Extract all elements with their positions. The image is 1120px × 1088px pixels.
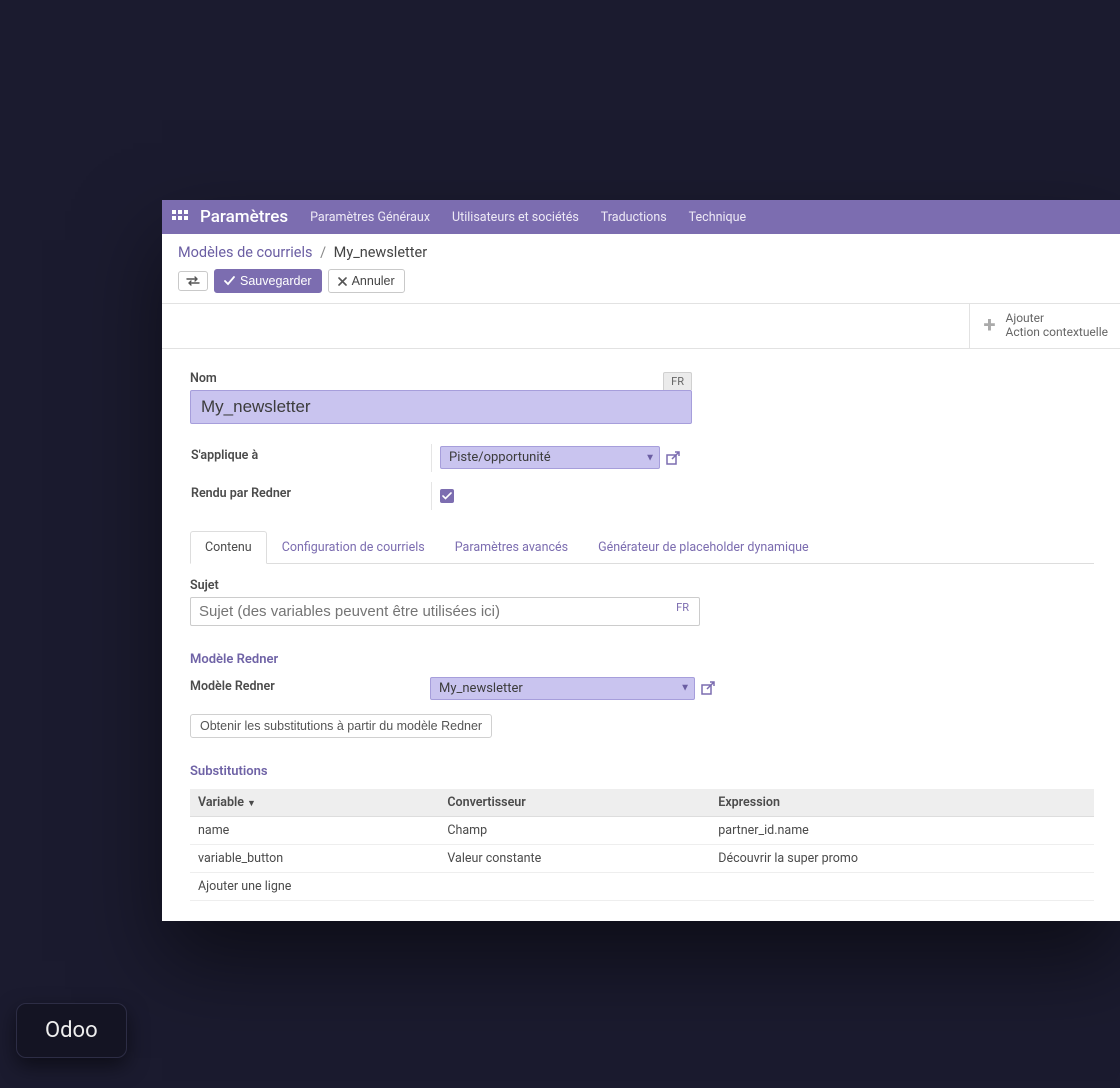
check-icon xyxy=(224,276,235,286)
cell-variable: name xyxy=(190,816,439,844)
table-row[interactable]: variable_button Valeur constante Découvr… xyxy=(190,844,1094,872)
external-link-icon[interactable] xyxy=(701,681,715,695)
tab-email-config[interactable]: Configuration de courriels xyxy=(267,531,440,564)
toggle-edit-button[interactable] xyxy=(178,271,208,291)
get-substitutions-button[interactable]: Obtenir les substitutions à partir du mo… xyxy=(190,714,492,738)
lang-badge[interactable]: FR xyxy=(663,372,692,390)
redner-model-row: Modèle Redner My_newsletter ▼ xyxy=(190,677,1094,700)
col-header-expression[interactable]: Expression xyxy=(710,789,1094,817)
subject-label: Sujet xyxy=(190,578,1094,593)
name-input[interactable] xyxy=(190,390,692,424)
breadcrumb-row: Modèles de courriels / My_newsletter xyxy=(162,234,1120,269)
nav-item-users[interactable]: Utilisateurs et sociétés xyxy=(452,210,579,225)
substitutions-section-title: Substitutions xyxy=(190,764,1094,779)
subject-wrap: FR xyxy=(190,597,700,626)
cell-converter: Valeur constante xyxy=(439,844,710,872)
cancel-button-label: Annuler xyxy=(352,274,395,288)
save-button-label: Sauvegarder xyxy=(240,274,312,288)
applies-to-select[interactable]: Piste/opportunité ▼ xyxy=(440,446,660,469)
properties-grid: S'applique à Piste/opportunité ▼ Rendu p… xyxy=(190,444,1094,510)
action-row: Sauvegarder Annuler xyxy=(162,269,1120,303)
app-title: Paramètres xyxy=(200,207,288,227)
redner-model-value: My_newsletter xyxy=(439,681,523,696)
cell-converter: Champ xyxy=(439,816,710,844)
cell-variable: variable_button xyxy=(190,844,439,872)
breadcrumb-current: My_newsletter xyxy=(334,244,427,261)
sort-caret-icon: ▼ xyxy=(247,799,256,809)
col-header-variable[interactable]: Variable▼ xyxy=(190,789,439,817)
tab-content[interactable]: Contenu xyxy=(190,531,267,564)
form-body: Nom FR S'applique à Piste/opportunité ▼ xyxy=(162,349,1120,921)
save-button[interactable]: Sauvegarder xyxy=(214,269,322,293)
add-line-link[interactable]: Ajouter une ligne xyxy=(190,872,1094,900)
subject-input[interactable] xyxy=(190,597,700,626)
breadcrumb: Modèles de courriels / My_newsletter xyxy=(178,244,1106,261)
name-label: Nom xyxy=(190,371,1094,386)
add-context-action-button[interactable]: + Ajouter Action contextuelle xyxy=(969,304,1120,348)
add-line-row[interactable]: Ajouter une ligne xyxy=(190,872,1094,900)
redner-model-label: Modèle Redner xyxy=(190,679,430,694)
table-row[interactable]: name Champ partner_id.name xyxy=(190,816,1094,844)
chevron-down-icon: ▼ xyxy=(645,452,655,463)
applies-to-label: S'applique à xyxy=(191,448,431,463)
nav-item-general[interactable]: Paramètres Généraux xyxy=(310,210,430,225)
plus-icon: + xyxy=(984,313,996,338)
nav-item-translations[interactable]: Traductions xyxy=(601,210,667,225)
context-action-text: Ajouter Action contextuelle xyxy=(1006,312,1109,340)
context-strip: + Ajouter Action contextuelle xyxy=(162,303,1120,349)
chevron-down-icon: ▼ xyxy=(680,683,690,694)
apps-grid-icon[interactable] xyxy=(172,210,190,224)
redner-render-label: Rendu par Redner xyxy=(191,486,431,501)
redner-render-checkbox[interactable] xyxy=(440,489,454,503)
swap-icon xyxy=(186,276,200,286)
redner-model-select[interactable]: My_newsletter ▼ xyxy=(430,677,695,700)
nav-item-technical[interactable]: Technique xyxy=(689,210,746,225)
external-link-icon[interactable] xyxy=(666,451,680,465)
col-header-converter[interactable]: Convertisseur xyxy=(439,789,710,817)
close-icon xyxy=(338,277,347,286)
tab-advanced[interactable]: Paramètres avancés xyxy=(440,531,583,564)
app-window: Paramètres Paramètres Généraux Utilisate… xyxy=(162,200,1120,921)
applies-to-value: Piste/opportunité xyxy=(449,450,551,465)
subject-lang-badge[interactable]: FR xyxy=(669,599,696,616)
breadcrumb-sep: / xyxy=(320,244,326,261)
substitutions-table: Variable▼ Convertisseur Expression name … xyxy=(190,789,1094,901)
cancel-button[interactable]: Annuler xyxy=(328,269,405,293)
tab-placeholder-generator[interactable]: Générateur de placeholder dynamique xyxy=(583,531,824,564)
cell-expression: Découvrir la super promo xyxy=(710,844,1094,872)
name-field-wrap: FR xyxy=(190,390,692,424)
cell-expression: partner_id.name xyxy=(710,816,1094,844)
product-badge: Odoo xyxy=(16,1003,127,1058)
top-navbar: Paramètres Paramètres Généraux Utilisate… xyxy=(162,200,1120,234)
tabs: Contenu Configuration de courriels Param… xyxy=(190,530,1094,564)
breadcrumb-parent[interactable]: Modèles de courriels xyxy=(178,244,312,261)
redner-section-title: Modèle Redner xyxy=(190,652,1094,667)
